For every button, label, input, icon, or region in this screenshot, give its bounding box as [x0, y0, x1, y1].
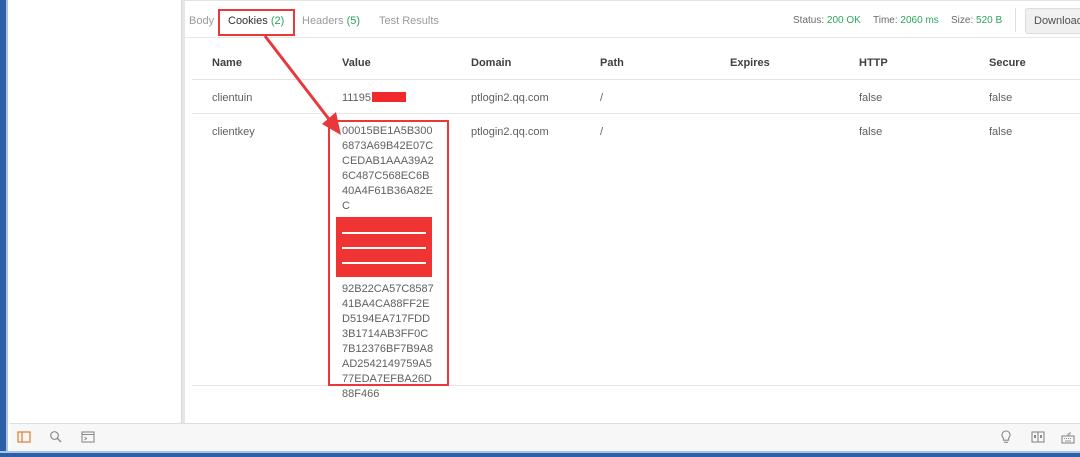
cookie-secure: false — [989, 126, 1013, 138]
status-label: Status: — [793, 15, 825, 26]
column-header-value: Value — [342, 57, 371, 69]
cookie-name: clientkey — [212, 126, 255, 138]
response-tabs-bar: Body Cookies (2) Headers (5) Test Result… — [185, 0, 1080, 38]
meta-divider — [1015, 8, 1016, 32]
cookie-path: / — [600, 126, 604, 138]
status-readout: Status: 200 OK — [793, 15, 861, 26]
bottom-status-bar — [10, 423, 1080, 451]
table-row[interactable]: clientuin 11195 ptlogin2.qq.com / false … — [192, 80, 1080, 114]
column-header-path: Path — [600, 57, 624, 69]
tab-body[interactable]: Body — [189, 15, 214, 27]
time-readout: Time: 2060 ms — [873, 15, 939, 26]
status-value: 200 OK — [826, 15, 861, 26]
tab-headers[interactable]: Headers (5) — [302, 15, 360, 27]
column-header-secure: Secure — [989, 57, 1026, 69]
window-frame-bottom — [0, 451, 1080, 457]
cookie-value-text: 11195 — [342, 92, 371, 104]
download-button[interactable]: Download — [1025, 8, 1080, 34]
column-header-name: Name — [212, 57, 242, 69]
column-header-expires: Expires — [730, 57, 770, 69]
tab-test-results-label: Test Results — [379, 15, 439, 27]
cookie-path: / — [600, 92, 604, 104]
sidebar-pane — [10, 0, 181, 423]
cookie-name: clientuin — [212, 92, 253, 104]
lightbulb-icon[interactable] — [998, 429, 1014, 445]
time-label: Time: — [873, 15, 898, 26]
tab-body-label: Body — [189, 15, 215, 27]
cookies-table: Name Value Domain Path Expires HTTP Secu… — [192, 44, 1080, 400]
cookie-domain: ptlogin2.qq.com — [471, 126, 549, 138]
cookie-domain: ptlogin2.qq.com — [471, 92, 549, 104]
column-header-http: HTTP — [859, 57, 888, 69]
keyboard-icon[interactable] — [1060, 429, 1076, 445]
redaction-mark — [371, 92, 406, 102]
cookies-tab-highlight-box — [218, 9, 295, 36]
two-pane-icon[interactable] — [1030, 429, 1046, 445]
cookie-http: false — [859, 92, 883, 104]
cookie-secure: false — [989, 92, 1013, 104]
sidebar-toggle-icon[interactable] — [16, 429, 32, 445]
tab-test-results[interactable]: Test Results — [379, 15, 439, 27]
size-value: 520 B — [976, 15, 1003, 26]
size-readout: Size: 520 B — [951, 15, 1002, 26]
cookie-value: 11195 — [342, 92, 406, 104]
column-header-domain: Domain — [471, 57, 512, 69]
time-value: 2060 ms — [900, 15, 939, 26]
tab-headers-label: Headers — [302, 15, 344, 27]
tab-headers-count: (5) — [346, 15, 361, 27]
table-header: Name Value Domain Path Expires HTTP Secu… — [192, 44, 1080, 80]
table-row[interactable]: clientkey 00015BE1A5B3006873A69B42E07CCE… — [192, 114, 1080, 400]
cookie-http: false — [859, 126, 883, 138]
console-icon[interactable] — [80, 429, 96, 445]
cookie-value-highlight-box — [328, 120, 449, 386]
search-icon[interactable] — [48, 429, 64, 445]
response-panel: Body Cookies (2) Headers (5) Test Result… — [185, 0, 1080, 423]
size-label: Size: — [951, 15, 974, 26]
window-frame-left — [0, 0, 8, 457]
